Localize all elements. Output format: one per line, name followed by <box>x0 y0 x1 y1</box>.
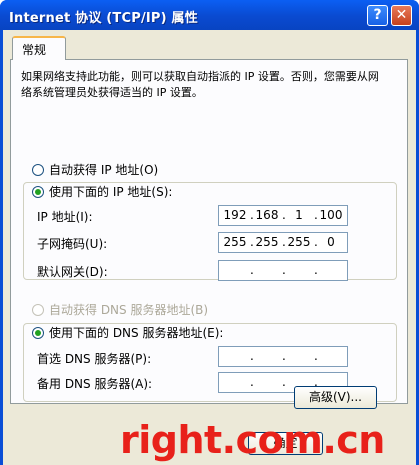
window-title: Internet 协议 (TCP/IP) 属性 <box>9 11 198 26</box>
tab-general[interactable]: 常规 <box>12 36 66 60</box>
auto-ip-option[interactable]: 自动获得 IP 地址(O) <box>32 161 158 178</box>
help-button[interactable]: ? <box>367 5 388 26</box>
ip-dot: . <box>314 263 318 277</box>
description-text: 如果网络支持此功能，则可以获取自动指派的 IP 设置。否则，您需要从网络系统管理… <box>21 70 379 99</box>
dialog-window: Internet 协议 (TCP/IP) 属性 ? ✕ 常规 如果网络支持此功能… <box>0 0 419 465</box>
ip-dot: . <box>250 375 254 389</box>
preferred-dns-label: 首选 DNS 服务器(P): <box>37 352 152 366</box>
default-gateway-field[interactable]: . . . <box>218 260 348 281</box>
manual-dns-label: 使用下面的 DNS 服务器地址(E): <box>49 326 224 340</box>
watermark: right.com.cn <box>120 418 385 462</box>
auto-ip-radio[interactable] <box>32 163 44 176</box>
ip-dot: . <box>250 263 254 277</box>
ip-dot: . <box>282 375 286 389</box>
default-gateway-label: 默认网关(D): <box>37 265 108 279</box>
ip-dot: . <box>314 349 318 363</box>
ip-octet: 255 <box>223 235 247 249</box>
auto-dns-option: 自动获得 DNS 服务器地址(B) <box>32 301 208 318</box>
auto-dns-radio <box>32 303 44 316</box>
manual-dns-option[interactable]: 使用下面的 DNS 服务器地址(E): <box>32 324 227 341</box>
ip-dot: . <box>282 349 286 363</box>
preferred-dns-field[interactable]: . . . <box>218 346 348 367</box>
dialog-client: 常规 如果网络支持此功能，则可以获取自动指派的 IP 设置。否则，您需要从网络系… <box>3 30 416 465</box>
ip-octet: 168 <box>255 208 279 222</box>
ip-octet: 0 <box>327 235 335 249</box>
ip-octet: 100 <box>319 208 343 222</box>
subnet-mask-field[interactable]: 255 . 255 . 255 . 0 <box>218 232 348 253</box>
ip-octet: 255 <box>287 235 311 249</box>
auto-dns-label: 自动获得 DNS 服务器地址(B) <box>49 303 209 317</box>
ip-octet: 255 <box>255 235 279 249</box>
subnet-mask-label: 子网掩码(U): <box>37 237 108 251</box>
advanced-button[interactable]: 高级(V)... <box>294 386 377 409</box>
ip-dot: . <box>282 263 286 277</box>
ip-octet: 192 <box>223 208 247 222</box>
ip-address-label: IP 地址(I): <box>37 210 93 224</box>
ip-address-field[interactable]: 192 . 168 . 1 . 100 <box>218 205 348 226</box>
ip-dot: . <box>250 349 254 363</box>
alternate-dns-label: 备用 DNS 服务器(A): <box>37 377 153 391</box>
title-bar[interactable]: Internet 协议 (TCP/IP) 属性 ? ✕ <box>0 0 419 30</box>
ip-octet: 1 <box>295 208 303 222</box>
manual-ip-radio[interactable] <box>32 185 44 198</box>
close-button[interactable]: ✕ <box>391 5 412 26</box>
manual-ip-option[interactable]: 使用下面的 IP 地址(S): <box>32 183 176 200</box>
manual-ip-label: 使用下面的 IP 地址(S): <box>49 185 173 199</box>
auto-ip-label: 自动获得 IP 地址(O) <box>49 163 159 177</box>
manual-dns-radio[interactable] <box>32 326 44 339</box>
tab-panel-general: 如果网络支持此功能，则可以获取自动指派的 IP 设置。否则，您需要从网络系统管理… <box>10 59 408 404</box>
